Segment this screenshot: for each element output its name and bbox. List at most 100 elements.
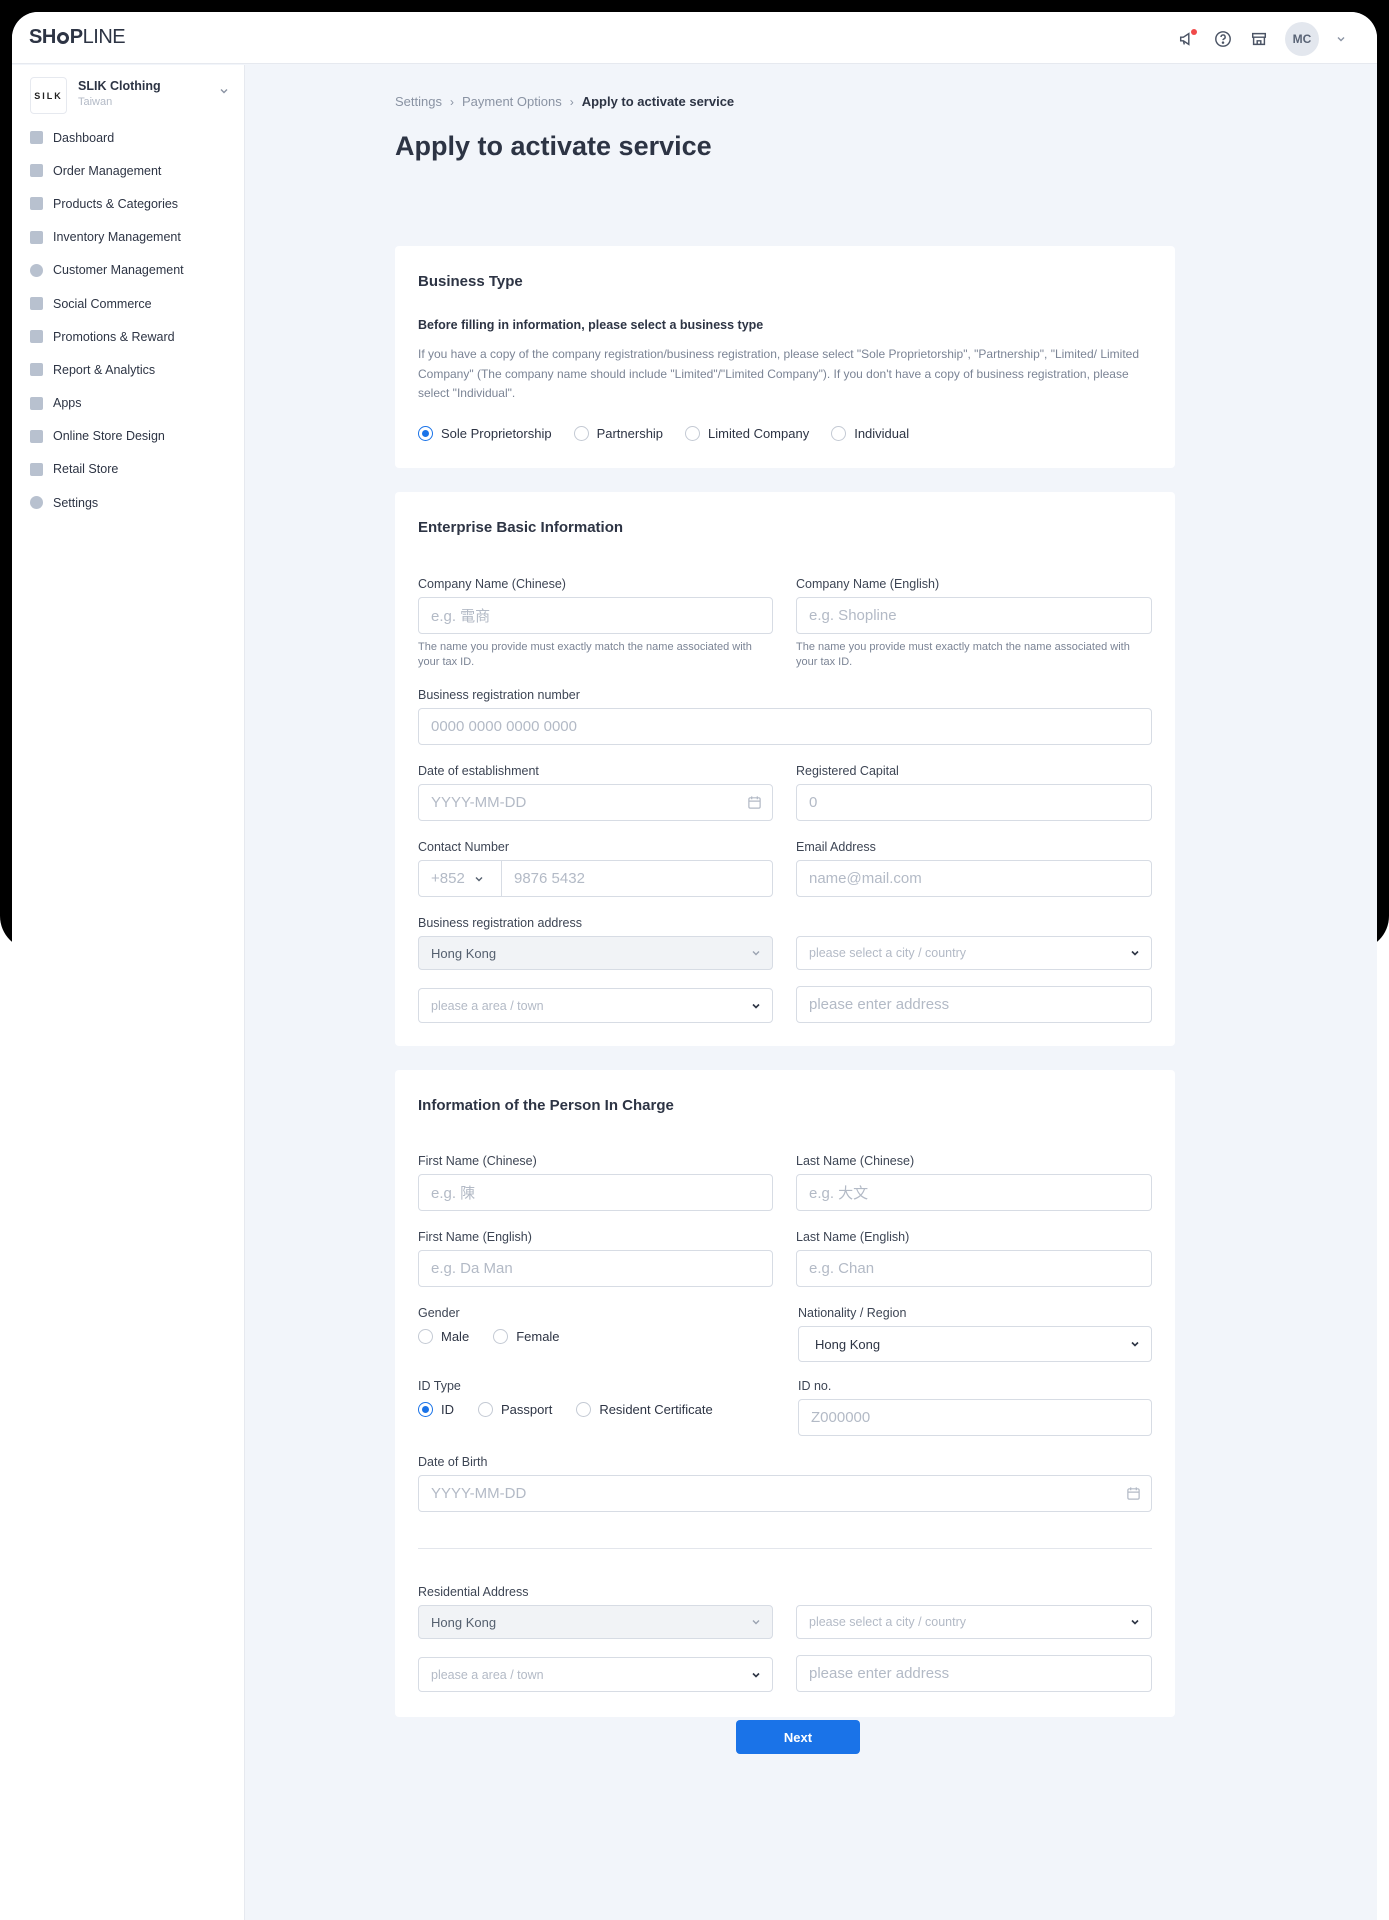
radio-partnership[interactable]: Partnership <box>573 426 663 441</box>
radio-unchecked[interactable] <box>493 1329 509 1344</box>
calendar-icon[interactable] <box>1126 1486 1141 1501</box>
inventory-icon <box>30 230 43 244</box>
radio-unchecked[interactable] <box>478 1402 493 1417</box>
address-region-select[interactable]: Hong Kong <box>418 936 773 970</box>
radio-id[interactable]: ID <box>418 1402 454 1417</box>
sidebar-item-products[interactable]: Products & Categories <box>30 187 230 220</box>
chevron-down-icon[interactable] <box>1335 33 1347 45</box>
radio-checked[interactable] <box>418 426 433 441</box>
breadcrumb-settings[interactable]: Settings <box>395 94 442 109</box>
brn-label: Business registration number <box>418 688 580 702</box>
settings-icon <box>30 496 43 510</box>
sidebar-item-dashboard[interactable]: Dashboard <box>30 121 230 154</box>
first-en-label: First Name (English) <box>418 1230 532 1244</box>
res-detail-input[interactable]: please enter address <box>796 1655 1152 1692</box>
radio-unchecked[interactable] <box>831 426 847 441</box>
res-region-select[interactable]: Hong Kong <box>418 1605 773 1639</box>
address-area-select[interactable]: please a area / town <box>418 988 773 1023</box>
first-en-input[interactable]: e.g. Da Man <box>418 1250 773 1287</box>
business-type-card: Business Type Before filling in informat… <box>395 246 1175 468</box>
res-city-select[interactable]: please select a city / country <box>796 1605 1152 1639</box>
sidebar-item-social-commerce[interactable]: Social Commerce <box>30 287 230 320</box>
card-title: Information of the Person In Charge <box>418 1097 674 1114</box>
contact-number-input[interactable]: 9876 5432 <box>501 860 773 897</box>
id-no-input[interactable]: Z000000 <box>798 1399 1152 1436</box>
email-input[interactable]: name@mail.com <box>796 860 1152 897</box>
dob-label: Date of Birth <box>418 1455 488 1469</box>
radio-unchecked[interactable] <box>685 426 701 441</box>
breadcrumb-payment-options[interactable]: Payment Options <box>462 94 562 109</box>
store-switcher[interactable]: SILK SLIK Clothing Taiwan <box>30 77 230 117</box>
radio-female[interactable]: Female <box>493 1329 560 1344</box>
apps-icon <box>30 396 43 410</box>
sidebar-item-customers[interactable]: Customer Management <box>30 254 230 287</box>
nationality-select[interactable]: Hong Kong <box>798 1326 1152 1362</box>
business-type-subtitle: Before filling in information, please se… <box>418 318 764 332</box>
radio-limited-company[interactable]: Limited Company <box>685 426 809 441</box>
radio-resident-certificate[interactable]: Resident Certificate <box>576 1402 713 1417</box>
chevron-down-icon <box>752 1672 760 1678</box>
dob-input[interactable]: YYYY-MM-DD <box>418 1475 1152 1512</box>
gender-label: Gender <box>418 1306 460 1320</box>
email-label: Email Address <box>796 840 876 854</box>
order-icon <box>30 164 43 178</box>
logo-o-mark <box>56 32 69 44</box>
chevron-down-icon <box>475 877 483 882</box>
announcement-icon[interactable] <box>1177 29 1197 49</box>
calendar-icon[interactable] <box>747 795 762 810</box>
radio-passport[interactable]: Passport <box>478 1402 552 1417</box>
sidebar-item-inventory[interactable]: Inventory Management <box>30 221 230 254</box>
doe-input[interactable]: YYYY-MM-DD <box>418 784 773 821</box>
id-type-label: ID Type <box>418 1379 461 1393</box>
capital-label: Registered Capital <box>796 764 899 778</box>
doe-label: Date of establishment <box>418 764 539 778</box>
radio-male[interactable]: Male <box>418 1329 469 1344</box>
sidebar-item-apps[interactable]: Apps <box>30 387 230 420</box>
sidebar-item-order-management[interactable]: Order Management <box>30 154 230 187</box>
store-icon[interactable] <box>1249 29 1269 49</box>
sidebar-item-settings[interactable]: Settings <box>30 486 230 519</box>
last-cn-input[interactable]: e.g. 大文 <box>796 1174 1152 1211</box>
last-en-label: Last Name (English) <box>796 1230 910 1244</box>
brn-input[interactable]: 0000 0000 0000 0000 <box>418 708 1152 745</box>
res-area-select[interactable]: please a area / town <box>418 1657 773 1692</box>
chevron-right-icon: › <box>569 94 574 109</box>
next-button[interactable]: Next <box>736 1720 860 1754</box>
chevron-down-icon[interactable] <box>218 85 230 97</box>
last-en-input[interactable]: e.g. Chan <box>796 1250 1152 1287</box>
first-cn-input[interactable]: e.g. 陳 <box>418 1174 773 1211</box>
chevron-down-icon <box>752 1003 760 1009</box>
country-code-select[interactable]: +852 <box>418 860 502 897</box>
radio-unchecked[interactable] <box>576 1402 592 1417</box>
company-en-input[interactable]: e.g. Shopline <box>796 597 1152 634</box>
company-cn-input[interactable]: e.g. 電商 <box>418 597 773 634</box>
nationality-label: Nationality / Region <box>798 1306 907 1320</box>
device-frame: SH PLINE MC SILK SLIK Clothing Taiwan Da… <box>0 0 1389 1920</box>
sidebar-item-retail-store[interactable]: Retail Store <box>30 453 230 486</box>
address-label: Business registration address <box>418 916 582 930</box>
gender-options: Male Female <box>418 1329 560 1344</box>
company-en-label: Company Name (English) <box>796 577 940 591</box>
chevron-down-icon <box>752 1620 760 1625</box>
top-bar-actions: MC <box>1177 22 1347 56</box>
sidebar-item-promotions[interactable]: Promotions & Reward <box>30 320 230 353</box>
chevron-right-icon: › <box>449 94 454 109</box>
radio-sole-proprietorship[interactable]: Sole Proprietorship <box>418 426 552 441</box>
radio-unchecked[interactable] <box>418 1329 433 1344</box>
retail-icon <box>30 462 43 476</box>
promotion-icon <box>30 330 43 344</box>
capital-input[interactable]: 0 <box>796 784 1152 821</box>
sidebar-item-reports[interactable]: Report & Analytics <box>30 353 230 386</box>
address-detail-input[interactable]: please enter address <box>796 986 1152 1023</box>
help-icon[interactable] <box>1213 29 1233 49</box>
address-city-select[interactable]: please select a city / country <box>796 936 1152 970</box>
radio-checked[interactable] <box>418 1402 433 1417</box>
sidebar-item-online-store-design[interactable]: Online Store Design <box>30 420 230 453</box>
user-avatar[interactable]: MC <box>1285 22 1319 56</box>
radio-individual[interactable]: Individual <box>831 426 909 441</box>
products-icon <box>30 197 43 211</box>
radio-unchecked[interactable] <box>573 426 589 441</box>
notification-dot <box>1191 29 1197 35</box>
company-cn-label: Company Name (Chinese) <box>418 577 566 591</box>
shopline-logo[interactable]: SH PLINE <box>29 26 126 49</box>
